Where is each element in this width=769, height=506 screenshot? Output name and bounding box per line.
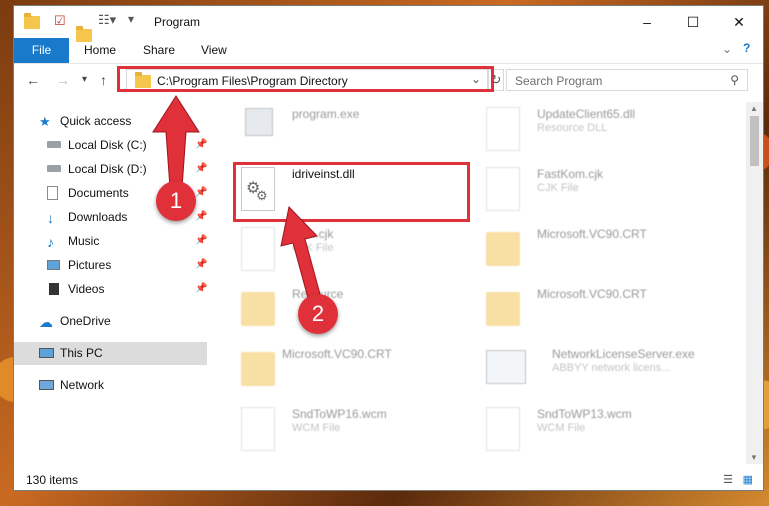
arrow-up-icon [280,205,321,299]
step-badge-2: 2 [298,294,338,334]
step-badge-1: 1 [156,181,196,221]
arrows-overlay [152,95,321,299]
arrow-up-icon [152,95,200,189]
